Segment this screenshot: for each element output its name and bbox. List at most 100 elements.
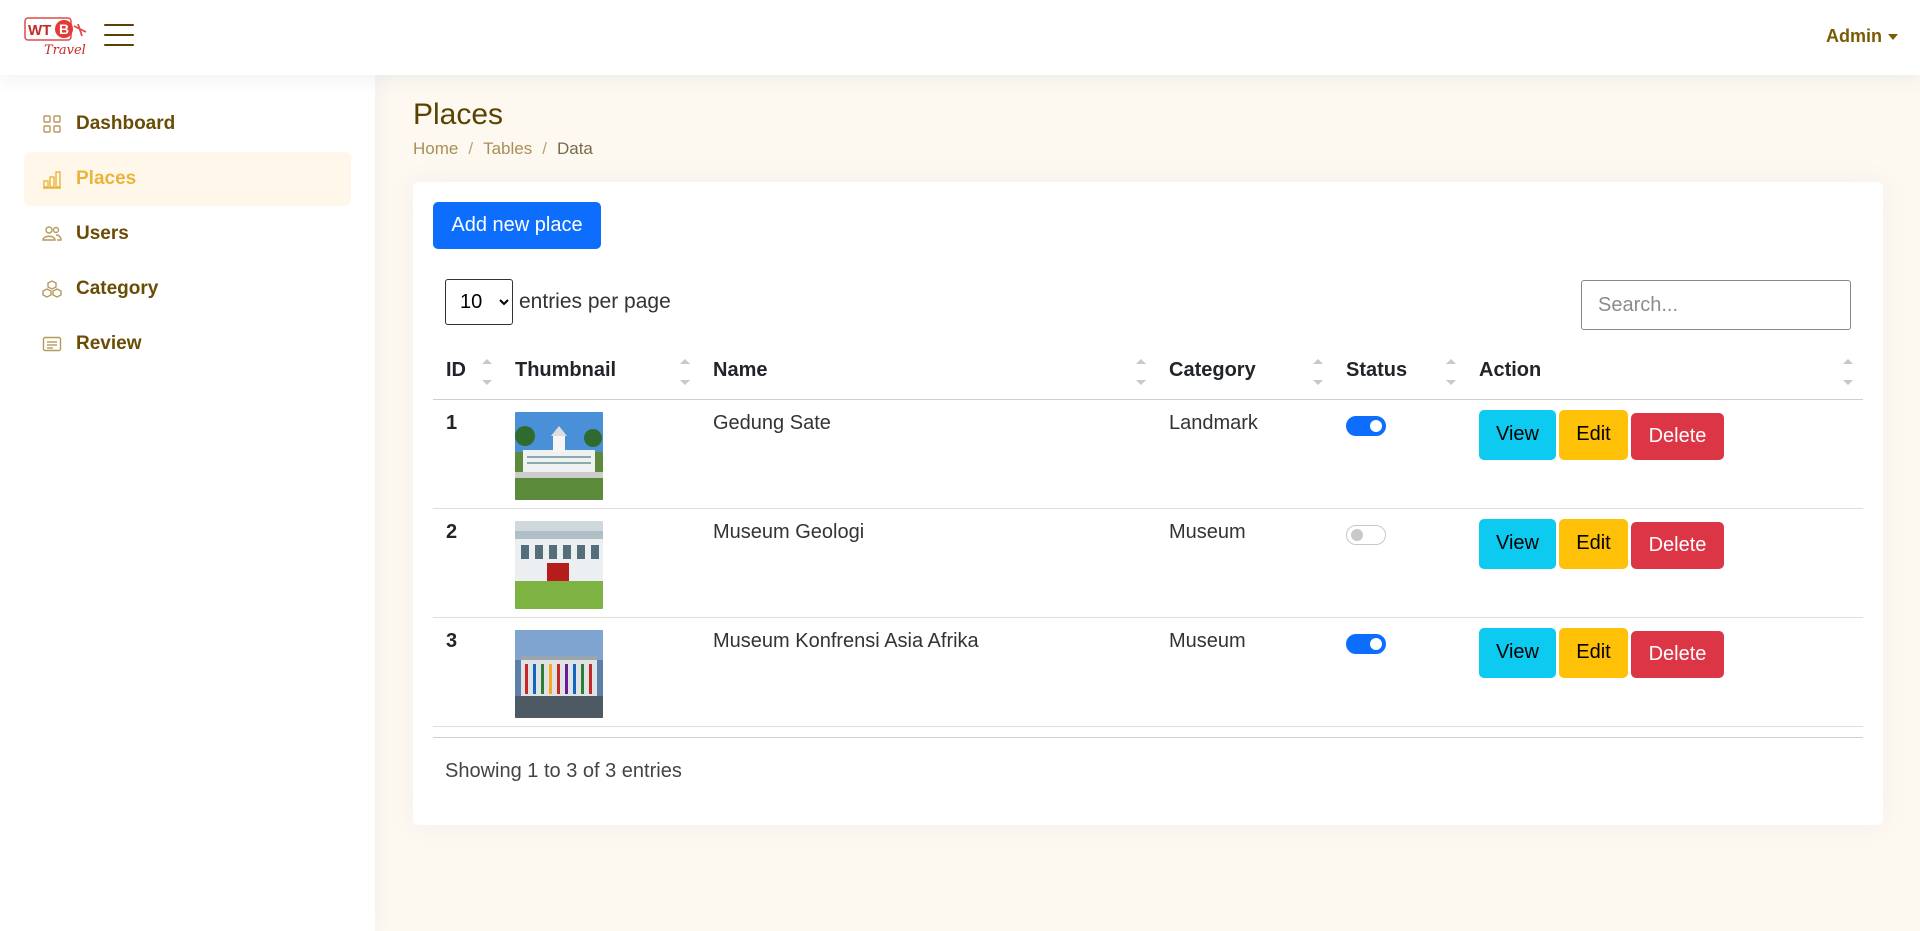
cell-id: 2 [433, 508, 502, 618]
column-header-category[interactable]: Category [1156, 343, 1333, 400]
table-row: 3 Museum Konfrensi Asia Afrika Museum Vi… [433, 617, 1863, 727]
sidebar-item-label: Dashboard [76, 113, 176, 134]
status-toggle[interactable] [1346, 524, 1386, 545]
table-row: 2 Museum Geologi Museum View Edit Delete [433, 508, 1863, 618]
cell-actions: View Edit Delete [1466, 399, 1863, 509]
places-card: Add new place 10 entries per page ID Thu… [413, 182, 1883, 825]
wtb-travel-logo[interactable]: WT B Travel [24, 16, 88, 58]
bar-chart-icon [43, 171, 61, 189]
sidebar-item-label: Category [76, 278, 159, 299]
breadcrumb-separator: / [542, 139, 547, 158]
sort-icon [680, 359, 690, 385]
page-title: Places [413, 98, 504, 131]
cell-thumbnail [502, 617, 700, 727]
status-toggle[interactable] [1346, 633, 1386, 654]
table-footer-divider [433, 737, 1863, 738]
cell-status [1333, 399, 1466, 509]
grid-icon [43, 115, 61, 133]
delete-button[interactable]: Delete [1631, 521, 1724, 569]
column-header-action[interactable]: Action [1466, 343, 1863, 400]
table-header-row: ID Thumbnail Name Category Status Action [433, 343, 1863, 400]
admin-label: Admin [1826, 26, 1882, 46]
sidebar-item-label: Places [76, 168, 137, 189]
boxes-icon [42, 280, 62, 298]
sidebar-item-review[interactable]: Review [24, 317, 351, 371]
delete-button[interactable]: Delete [1631, 412, 1724, 460]
status-toggle[interactable] [1346, 415, 1386, 436]
toggle-knob [1370, 419, 1382, 432]
cell-id: 3 [433, 617, 502, 727]
admin-dropdown[interactable]: Admin [1826, 26, 1898, 47]
entries-per-page: 10 entries per page [445, 279, 671, 325]
view-button[interactable]: View [1479, 518, 1556, 569]
breadcrumb-tables[interactable]: Tables [483, 139, 532, 159]
cell-category: Museum [1156, 617, 1333, 727]
users-icon [42, 226, 62, 241]
delete-button[interactable]: Delete [1631, 630, 1724, 678]
sidebar-item-users[interactable]: Users [24, 207, 351, 261]
edit-button[interactable]: Edit [1559, 409, 1628, 460]
svg-text:Travel: Travel [44, 43, 86, 58]
sort-icon [1843, 359, 1853, 385]
column-label: Thumbnail [515, 359, 617, 382]
sort-icon [482, 359, 492, 385]
sidebar-item-label: Users [76, 223, 129, 244]
column-header-id[interactable]: ID [433, 343, 502, 400]
column-label: Status [1346, 359, 1408, 382]
sidebar: Dashboard Places Users Category Review [0, 75, 375, 931]
sidebar-item-label: Review [76, 333, 142, 354]
column-label: ID [446, 359, 466, 382]
row-actions: View Edit Delete [1479, 627, 1863, 678]
cell-name: Museum Konfrensi Asia Afrika [700, 617, 1156, 727]
cell-actions: View Edit Delete [1466, 508, 1863, 618]
breadcrumb-home[interactable]: Home [413, 139, 458, 159]
sort-icon [1446, 359, 1456, 385]
sort-icon [1313, 359, 1323, 385]
add-new-place-button[interactable]: Add new place [433, 202, 601, 249]
row-actions: View Edit Delete [1479, 409, 1863, 460]
breadcrumb-current: Data [556, 139, 593, 158]
breadcrumb: Home / Tables / Data [413, 139, 593, 159]
cell-name: Museum Geologi [700, 508, 1156, 618]
per-page-select[interactable]: 10 [445, 279, 513, 325]
edit-button[interactable]: Edit [1559, 518, 1628, 569]
top-header: WT B Travel Admin [0, 0, 1920, 75]
pagination-info: Showing 1 to 3 of 3 entries [445, 760, 682, 782]
column-label: Name [713, 359, 768, 382]
column-label: Category [1169, 359, 1256, 382]
row-actions: View Edit Delete [1479, 518, 1863, 569]
place-thumbnail-image [515, 629, 603, 718]
column-label: Action [1479, 359, 1542, 382]
place-thumbnail-image [515, 411, 603, 500]
svg-text:B: B [59, 21, 69, 37]
column-header-status[interactable]: Status [1333, 343, 1466, 400]
cell-thumbnail [502, 508, 700, 618]
sidebar-item-places[interactable]: Places [24, 152, 351, 206]
column-header-name[interactable]: Name [700, 343, 1156, 400]
per-page-label: entries per page [519, 290, 671, 313]
column-header-thumbnail[interactable]: Thumbnail [502, 343, 700, 400]
place-thumbnail-image [515, 520, 603, 609]
sidebar-item-dashboard[interactable]: Dashboard [24, 97, 351, 151]
places-table: ID Thumbnail Name Category Status Action… [433, 343, 1863, 727]
cell-actions: View Edit Delete [1466, 617, 1863, 727]
table-row: 1 Gedung Sate Landmark View Edit Delete [433, 399, 1863, 509]
sidebar-item-category[interactable]: Category [24, 262, 351, 316]
toggle-knob [1351, 528, 1363, 541]
card-text-icon [42, 336, 62, 352]
menu-toggle-icon[interactable] [104, 24, 134, 50]
search-input[interactable] [1581, 280, 1851, 330]
sort-icon [1136, 359, 1146, 385]
cell-category: Landmark [1156, 399, 1333, 509]
view-button[interactable]: View [1479, 627, 1556, 678]
cell-status [1333, 617, 1466, 727]
cell-id: 1 [433, 399, 502, 509]
breadcrumb-separator: / [468, 139, 474, 158]
cell-name: Gedung Sate [700, 399, 1156, 509]
cell-thumbnail [502, 399, 700, 509]
toggle-knob [1370, 637, 1382, 650]
view-button[interactable]: View [1479, 409, 1556, 460]
edit-button[interactable]: Edit [1559, 627, 1628, 678]
svg-text:WT: WT [28, 22, 51, 39]
caret-down-icon [1888, 33, 1898, 40]
